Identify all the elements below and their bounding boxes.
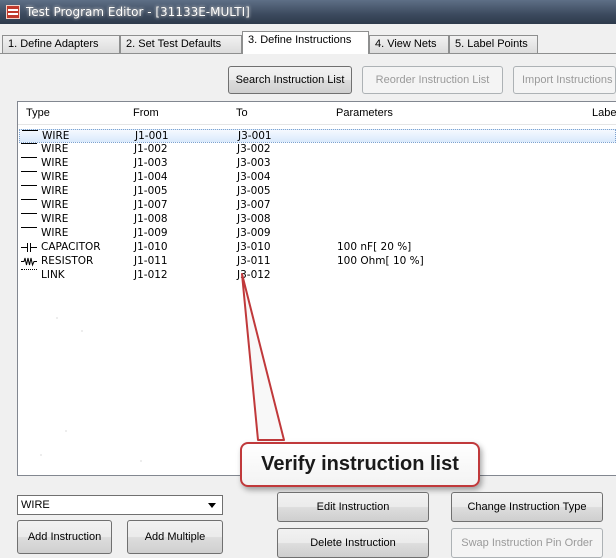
callout-pointer: [241, 273, 285, 441]
row-type: WIRE: [41, 213, 69, 225]
row-type: LINK: [41, 269, 65, 281]
row-to: J3-005: [237, 185, 271, 197]
tab-label-points[interactable]: 5. Label Points: [449, 35, 538, 53]
column-header-label[interactable]: Label: [592, 107, 616, 119]
table-row[interactable]: WIRE J1-004 J3-004: [19, 171, 616, 184]
window-title: Test Program Editor - [31133E-MULTI]: [26, 5, 250, 19]
tab-define-adapters[interactable]: 1. Define Adapters: [2, 35, 120, 53]
table-row[interactable]: WIRE J1-003 J3-003: [19, 157, 616, 170]
wire-icon: [21, 143, 37, 145]
instructions-panel: Search Instruction List Reorder Instruct…: [0, 53, 616, 558]
row-type: CAPACITOR: [41, 241, 101, 253]
row-to: J3-001: [238, 130, 272, 142]
row-from: J1-004: [134, 171, 168, 183]
swap-instruction-pin-order-button[interactable]: Swap Instruction Pin Order: [451, 528, 603, 558]
table-row[interactable]: RESISTOR J1-011 J3-011 100 Ohm[ 10 %]: [19, 255, 616, 268]
row-type: WIRE: [42, 130, 70, 142]
background-speck: [40, 454, 42, 456]
row-type: WIRE: [41, 227, 69, 239]
row-from: J1-007: [134, 199, 168, 211]
column-header-parameters[interactable]: Parameters: [336, 107, 393, 119]
background-speck: [65, 430, 67, 432]
capacitor-icon: [21, 243, 37, 252]
table-row[interactable]: WIRE J1-009 J3-009: [19, 227, 616, 240]
row-to: J3-011: [237, 255, 271, 267]
edit-instruction-button[interactable]: Edit Instruction: [277, 492, 429, 522]
row-from: J1-008: [134, 213, 168, 225]
instruction-type-select-value: WIRE: [21, 499, 50, 511]
tab-set-test-defaults[interactable]: 2. Set Test Defaults: [120, 35, 242, 53]
wire-icon: [21, 213, 37, 215]
background-speck: [140, 460, 142, 462]
row-type: WIRE: [41, 143, 69, 155]
row-type: WIRE: [41, 157, 69, 169]
background-speck: [56, 317, 58, 319]
row-to: J3-007: [237, 199, 271, 211]
wire-icon: [22, 130, 38, 132]
change-instruction-type-button[interactable]: Change Instruction Type: [451, 492, 603, 522]
row-from: J1-012: [134, 269, 168, 281]
title-bar[interactable]: Test Program Editor - [31133E-MULTI]: [0, 0, 616, 24]
row-to: J3-002: [237, 143, 271, 155]
reorder-instruction-list-button[interactable]: Reorder Instruction List: [362, 66, 503, 94]
row-parameters: 100 nF[ 20 %]: [337, 241, 412, 253]
add-multiple-button[interactable]: Add Multiple: [127, 520, 223, 554]
table-row[interactable]: WIRE J1-007 J3-007: [19, 199, 616, 212]
table-row[interactable]: WIRE J1-002 J3-002: [19, 143, 616, 156]
table-row[interactable]: WIRE J1-005 J3-005: [19, 185, 616, 198]
row-from: J1-011: [134, 255, 168, 267]
column-header-type[interactable]: Type: [26, 107, 50, 119]
row-from: J1-001: [135, 130, 169, 142]
column-header-from[interactable]: From: [133, 107, 159, 119]
row-from: J1-002: [134, 143, 168, 155]
row-type: WIRE: [41, 171, 69, 183]
table-row[interactable]: WIRE J1-008 J3-008: [19, 213, 616, 226]
import-instructions-button[interactable]: Import Instructions: [513, 66, 616, 94]
row-to: J3-003: [237, 157, 271, 169]
row-to: J3-010: [237, 241, 271, 253]
row-from: J1-005: [134, 185, 168, 197]
wire-icon: [21, 227, 37, 229]
row-to: J3-004: [237, 171, 271, 183]
list-header: Type From To Parameters Label: [18, 102, 616, 125]
row-from: J1-009: [134, 227, 168, 239]
column-header-to[interactable]: To: [236, 107, 248, 119]
wire-icon: [21, 199, 37, 201]
table-row[interactable]: CAPACITOR J1-010 J3-010 100 nF[ 20 %]: [19, 241, 616, 254]
row-from: J1-010: [134, 241, 168, 253]
chevron-down-icon[interactable]: [208, 503, 216, 508]
tab-strip: 1. Define Adapters 2. Set Test Defaults …: [0, 24, 616, 54]
table-row[interactable]: WIRE J1-001 J3-001: [19, 129, 616, 143]
tab-define-instructions[interactable]: 3. Define Instructions: [242, 31, 369, 54]
tab-view-nets[interactable]: 4. View Nets: [369, 35, 449, 53]
instruction-type-select[interactable]: WIRE: [17, 495, 223, 515]
resistor-icon: [21, 257, 37, 267]
app-icon: [6, 5, 20, 19]
callout-verify-instruction-list: Verify instruction list: [240, 442, 480, 487]
row-type: WIRE: [41, 199, 69, 211]
wire-icon: [21, 171, 37, 173]
row-parameters: 100 Ohm[ 10 %]: [337, 255, 424, 267]
search-instruction-list-button[interactable]: Search Instruction List: [228, 66, 352, 94]
row-type: WIRE: [41, 185, 69, 197]
row-type: RESISTOR: [41, 255, 94, 267]
row-to: J3-009: [237, 227, 271, 239]
link-icon: [21, 269, 37, 271]
delete-instruction-button[interactable]: Delete Instruction: [277, 528, 429, 558]
wire-icon: [21, 157, 37, 159]
add-instruction-button[interactable]: Add Instruction: [17, 520, 112, 554]
row-from: J1-003: [134, 157, 168, 169]
wire-icon: [21, 185, 37, 187]
row-to: J3-008: [237, 213, 271, 225]
background-speck: [81, 330, 83, 332]
